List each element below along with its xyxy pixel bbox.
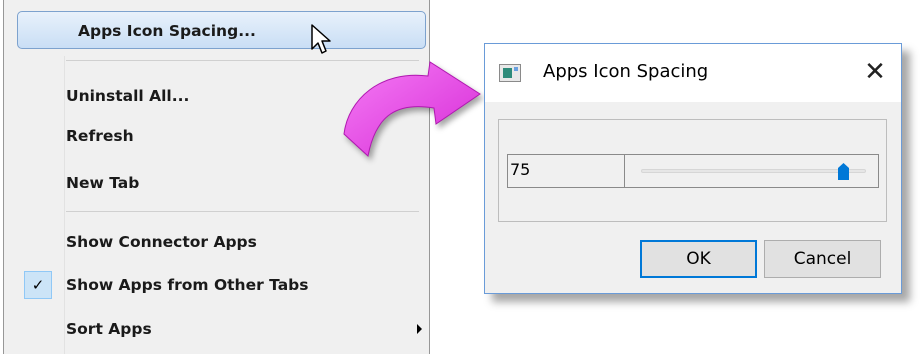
- close-button[interactable]: ✕: [857, 54, 893, 90]
- dialog-titlebar[interactable]: Apps Icon Spacing ✕: [485, 44, 901, 102]
- menu-item-show-connector-apps[interactable]: Show Connector Apps: [66, 225, 257, 259]
- apps-icon-spacing-dialog: Apps Icon Spacing ✕ 75 OK Cancel: [484, 43, 902, 294]
- menu-item-apps-icon-spacing[interactable]: Apps Icon Spacing...: [17, 11, 426, 49]
- submenu-arrow-icon: [417, 324, 422, 334]
- menu-item-label: Apps Icon Spacing...: [78, 22, 256, 40]
- menu-item-sort-apps[interactable]: Sort Apps: [66, 312, 152, 346]
- menu-item-show-apps-from-other-tabs[interactable]: Show Apps from Other Tabs: [66, 268, 308, 302]
- menu-item-new-tab[interactable]: New Tab: [66, 166, 139, 200]
- menu-separator: [66, 211, 419, 212]
- dialog-title: Apps Icon Spacing: [543, 61, 709, 82]
- app-window-icon: [499, 64, 521, 82]
- menu-gutter-divider: [64, 56, 65, 354]
- mouse-pointer-icon: [311, 24, 331, 54]
- curved-arrow-icon: [343, 61, 481, 157]
- menu-item-uninstall-all[interactable]: Uninstall All...: [66, 79, 189, 113]
- spacing-group-box: 75: [498, 119, 887, 222]
- checkmark-icon: ✓: [24, 271, 52, 299]
- cancel-button[interactable]: Cancel: [764, 240, 881, 278]
- ok-button[interactable]: OK: [640, 240, 757, 278]
- menu-item-refresh[interactable]: Refresh: [66, 119, 134, 153]
- slider-track[interactable]: [641, 169, 866, 173]
- spacing-slider[interactable]: [625, 154, 879, 188]
- spacing-value-field[interactable]: 75: [507, 154, 625, 188]
- slider-thumb[interactable]: [838, 163, 849, 180]
